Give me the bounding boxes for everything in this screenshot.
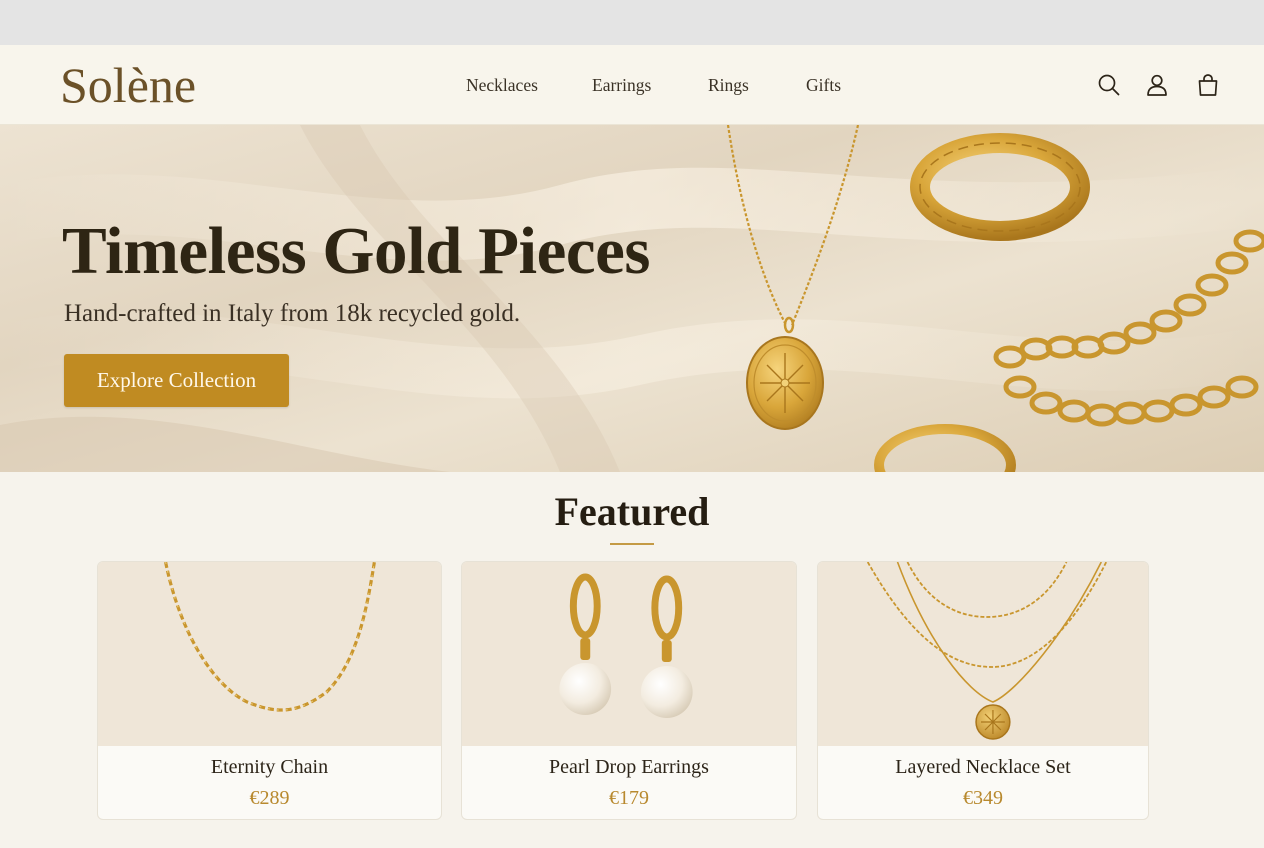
user-icon[interactable] (1144, 72, 1170, 98)
product-price: €179 (609, 787, 649, 809)
explore-collection-button[interactable]: Explore Collection (64, 354, 289, 407)
product-card-eternity-chain[interactable]: Eternity Chain €289 (97, 561, 442, 820)
product-image (462, 562, 796, 746)
product-price: €289 (249, 787, 290, 809)
hero-title: Timeless Gold Pieces (62, 214, 650, 288)
product-card-layered-necklace-set[interactable]: Layered Necklace Set €349 (817, 561, 1149, 820)
hero-image (0, 125, 1264, 472)
shopping-bag-icon[interactable] (1195, 72, 1221, 98)
browser-top-bar (0, 0, 1264, 45)
product-name: Eternity Chain (210, 756, 329, 778)
featured-heading: Featured (554, 489, 710, 534)
site-header: Solène Necklaces Earrings Rings Gifts (0, 45, 1264, 125)
nav-item-necklaces[interactable]: Necklaces (466, 75, 538, 96)
product-price: €349 (963, 787, 1003, 809)
product-name: Pearl Drop Earrings (549, 756, 709, 778)
product-image (98, 562, 441, 746)
search-icon[interactable] (1096, 72, 1122, 98)
product-card-pearl-drop-earrings[interactable]: Pearl Drop Earrings €179 (461, 561, 797, 820)
featured-divider (610, 543, 654, 545)
hero-subtitle: Hand-crafted in Italy from 18k recycled … (64, 300, 521, 327)
product-image (818, 562, 1148, 746)
nav-item-earrings[interactable]: Earrings (592, 75, 651, 96)
hero-banner: Timeless Gold Pieces Hand-crafted in Ita… (0, 125, 1264, 472)
nav-item-rings[interactable]: Rings (708, 75, 749, 96)
nav-item-gifts[interactable]: Gifts (806, 75, 841, 96)
main-nav: Necklaces Earrings Rings Gifts (0, 75, 1264, 99)
product-name: Layered Necklace Set (895, 756, 1071, 778)
